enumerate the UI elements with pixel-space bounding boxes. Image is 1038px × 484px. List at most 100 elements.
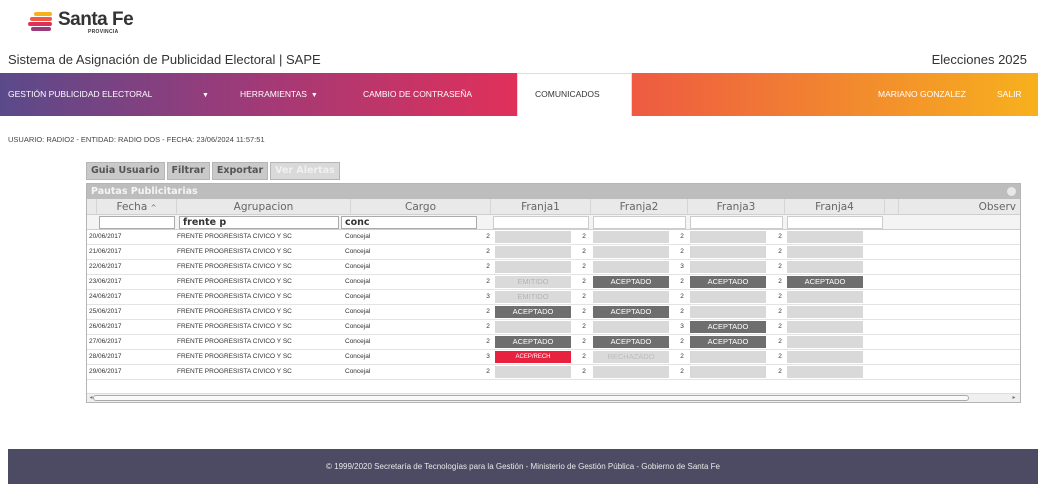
cell-franja4-status[interactable]	[787, 291, 863, 303]
cell-fecha: 26/06/2017	[89, 323, 122, 330]
cell-franja2-count: 2	[582, 368, 586, 375]
cell-franja4-status[interactable]	[787, 231, 863, 243]
filtrar-button[interactable]: Filtrar	[166, 162, 210, 180]
table-row[interactable]: 22/06/2017 FRENTE PROGRESISTA CIVICO Y SC…	[87, 260, 1020, 275]
cell-franja1-status[interactable]: ACEPTADO	[495, 306, 571, 318]
cell-franja4-status[interactable]	[787, 321, 863, 333]
cell-franja1-status[interactable]: ACEPTADO	[495, 336, 571, 348]
cell-franja3-status[interactable]	[690, 261, 766, 273]
cell-franja3-status[interactable]: ACEPTADO	[690, 276, 766, 288]
cell-franja2-status[interactable]	[593, 366, 669, 378]
cell-franja4-status[interactable]	[787, 366, 863, 378]
cell-franja3-status[interactable]	[690, 351, 766, 363]
logo-text: Santa Fe	[58, 8, 134, 30]
cell-franja1-status[interactable]: EMITIDO	[495, 276, 571, 288]
cell-franja4-status[interactable]: ACEPTADO	[787, 276, 863, 288]
filter-agrupacion-input[interactable]	[179, 216, 339, 229]
cell-franja3-status[interactable]: ACEPTADO	[690, 321, 766, 333]
table-row[interactable]: 21/06/2017 FRENTE PROGRESISTA CIVICO Y SC…	[87, 245, 1020, 260]
cell-fecha: 29/06/2017	[89, 368, 122, 375]
cell-franja2-count: 2	[582, 353, 586, 360]
cell-franja4-status[interactable]	[787, 336, 863, 348]
filter-franja2-input[interactable]	[593, 216, 686, 229]
table-row[interactable]: 27/06/2017 FRENTE PROGRESISTA CIVICO Y SC…	[87, 335, 1020, 350]
table-row[interactable]: 23/06/2017 FRENTE PROGRESISTA CIVICO Y SC…	[87, 275, 1020, 290]
cell-franja1-count: 2	[486, 338, 490, 345]
filter-fecha-input[interactable]	[99, 216, 175, 229]
cell-franja4-count: 2	[778, 323, 782, 330]
guia-usuario-button[interactable]: Guia Usuario	[86, 162, 165, 180]
table-row[interactable]: 28/06/2017 FRENTE PROGRESISTA CIVICO Y SC…	[87, 350, 1020, 365]
logo-subtext: PROVINCIA	[88, 28, 119, 35]
cell-franja4-status[interactable]	[787, 246, 863, 258]
cell-franja4-status[interactable]	[787, 306, 863, 318]
table-row[interactable]: 24/06/2017 FRENTE PROGRESISTA CIVICO Y SC…	[87, 290, 1020, 305]
logo-stripes-icon	[28, 12, 54, 32]
cell-franja1-count: 2	[486, 323, 490, 330]
election-label: Elecciones 2025	[931, 52, 1027, 67]
nav-salir[interactable]: SALIR	[997, 73, 1022, 116]
scrollbar-thumb[interactable]	[93, 395, 969, 401]
ver-alertas-button[interactable]: Ver Alertas	[270, 162, 340, 180]
col-franja1[interactable]: Franja1	[491, 199, 591, 215]
cell-franja1-status[interactable]: EMITIDO	[495, 291, 571, 303]
table-row[interactable]: 25/06/2017 FRENTE PROGRESISTA CIVICO Y SC…	[87, 305, 1020, 320]
col-cargo[interactable]: Cargo	[351, 199, 491, 215]
filter-franja3-input[interactable]	[690, 216, 783, 229]
santa-fe-logo: Santa Fe PROVINCIA	[28, 8, 134, 36]
col-franja2[interactable]: Franja2	[591, 199, 688, 215]
col-agrupacion[interactable]: Agrupacion	[177, 199, 351, 215]
cell-franja4-count: 2	[778, 248, 782, 255]
cell-franja2-status[interactable]	[593, 231, 669, 243]
cell-franja2-status[interactable]	[593, 246, 669, 258]
table-row[interactable]: 29/06/2017 FRENTE PROGRESISTA CIVICO Y SC…	[87, 365, 1020, 380]
cell-franja2-status[interactable]: ACEPTADO	[593, 336, 669, 348]
scroll-right-icon[interactable]: ▸	[1010, 394, 1018, 402]
cell-franja2-status[interactable]	[593, 261, 669, 273]
cell-agrupacion: FRENTE PROGRESISTA CIVICO Y SC	[177, 293, 292, 300]
col-fecha[interactable]: Fecha ^	[97, 199, 177, 215]
table-row[interactable]: 20/06/2017 FRENTE PROGRESISTA CIVICO Y SC…	[87, 230, 1020, 245]
cell-franja1-status[interactable]	[495, 231, 571, 243]
cell-franja4-status[interactable]	[787, 261, 863, 273]
filter-franja4-input[interactable]	[787, 216, 883, 229]
cell-franja1-status[interactable]	[495, 366, 571, 378]
nav-user-name[interactable]: MARIANO GONZALEZ	[878, 73, 966, 116]
nav-comunicados[interactable]: COMUNICADOS	[535, 73, 600, 116]
cell-franja1-count: 2	[486, 233, 490, 240]
cell-franja3-status[interactable]	[690, 231, 766, 243]
nav-dropdown-caret[interactable]: ▼	[198, 73, 209, 116]
cell-franja2-status[interactable]: ACEPTADO	[593, 276, 669, 288]
col-observ[interactable]: Observ	[899, 199, 1020, 215]
cell-franja2-status[interactable]	[593, 291, 669, 303]
cell-franja2-count: 2	[582, 293, 586, 300]
col-franja3[interactable]: Franja3	[688, 199, 785, 215]
cell-franja1-status[interactable]: ACEP/RECH	[495, 351, 571, 363]
cell-franja1-status[interactable]	[495, 246, 571, 258]
chevron-down-icon: ▼	[310, 92, 318, 99]
collapse-grid-icon[interactable]	[1007, 187, 1016, 196]
cell-franja3-count: 2	[680, 278, 684, 285]
cell-franja1-status[interactable]	[495, 321, 571, 333]
cell-franja4-status[interactable]	[787, 351, 863, 363]
nav-herramientas[interactable]: HERRAMIENTAS ▼	[240, 73, 318, 116]
col-franja4[interactable]: Franja4	[785, 199, 885, 215]
cell-franja1-count: 2	[486, 248, 490, 255]
cell-franja3-status[interactable]	[690, 246, 766, 258]
table-row[interactable]: 26/06/2017 FRENTE PROGRESISTA CIVICO Y SC…	[87, 320, 1020, 335]
cell-franja3-status[interactable]	[690, 366, 766, 378]
nav-gestion-publicidad[interactable]: GESTIÓN PUBLICIDAD ELECTORAL	[8, 73, 152, 116]
cell-franja3-status[interactable]: ACEPTADO	[690, 336, 766, 348]
cell-franja2-status[interactable]: ACEPTADO	[593, 306, 669, 318]
horizontal-scrollbar[interactable]: ◂ ▸	[87, 393, 1020, 402]
cell-franja2-count: 2	[582, 308, 586, 315]
filter-franja1-input[interactable]	[493, 216, 589, 229]
cell-franja2-status[interactable]: RECHAZADO	[593, 351, 669, 363]
exportar-button[interactable]: Exportar	[211, 162, 269, 180]
nav-cambio-contrasena[interactable]: CAMBIO DE CONTRASEÑA	[363, 73, 472, 116]
cell-franja3-status[interactable]	[690, 291, 766, 303]
filter-cargo-input[interactable]	[341, 216, 477, 229]
cell-franja3-status[interactable]	[690, 306, 766, 318]
cell-franja1-status[interactable]	[495, 261, 571, 273]
cell-franja2-status[interactable]	[593, 321, 669, 333]
